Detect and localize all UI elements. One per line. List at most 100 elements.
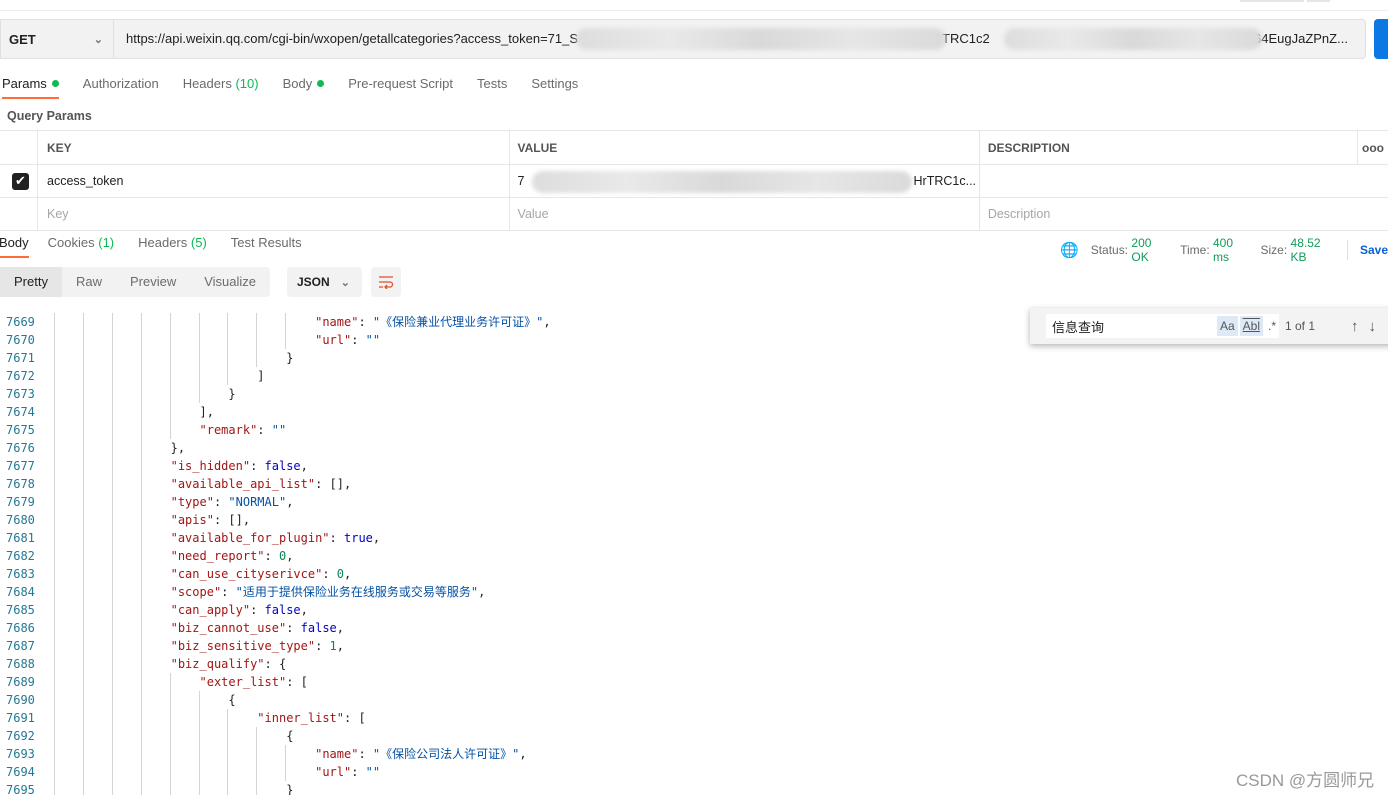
indent-guide: [54, 349, 55, 367]
indent-guide: [82, 709, 84, 727]
url-bar: GET ⌄ https://api.weixin.qq.com/cgi-bin/…: [0, 19, 1366, 59]
code-content: "is_hidden": false,: [171, 457, 308, 475]
code-line: 7680 "apis": [],: [0, 511, 1388, 529]
globe-lock-icon[interactable]: 🌐: [1060, 241, 1079, 259]
view-visualize[interactable]: Visualize: [190, 267, 270, 297]
tab-cookies[interactable]: Cookies (1): [48, 235, 114, 258]
param-value[interactable]: 7 HrTRC1c...: [508, 164, 980, 198]
top-button[interactable]: [1240, 0, 1304, 2]
indent-guide: [111, 403, 113, 421]
indent-guide: [140, 349, 142, 367]
status-label: Status:: [1090, 243, 1129, 257]
line-number: 7686: [6, 621, 35, 635]
indent-guide: [54, 727, 55, 745]
match-case-toggle[interactable]: Aa: [1216, 316, 1238, 336]
tab-count: (10): [235, 76, 259, 91]
code-line: 7682 "need_report": 0,: [0, 547, 1388, 565]
tab-test-results[interactable]: Test Results: [231, 235, 302, 258]
token: }: [286, 351, 294, 365]
arrow-up-icon[interactable]: ↑: [1351, 318, 1359, 335]
indent-guide: [227, 313, 229, 331]
tab-headers[interactable]: Headers (5): [138, 235, 207, 258]
watermark: CSDN @方圆师兄: [1236, 771, 1375, 790]
indent-guide: [54, 439, 55, 457]
code-content: "url": "": [315, 763, 380, 781]
response-body-editor[interactable]: 7669 "name": "《保险兼业代理业务许可证》", 7670 "url": "…: [0, 313, 1388, 795]
token: "inner_list": [257, 711, 344, 725]
indent-guide: [82, 781, 84, 795]
view-raw[interactable]: Raw: [62, 267, 116, 297]
code-content: {: [228, 691, 235, 709]
tab-settings[interactable]: Settings: [531, 76, 578, 99]
top-button[interactable]: [1307, 0, 1330, 2]
tab-label: Body: [0, 235, 29, 250]
tab-tests[interactable]: Tests: [477, 76, 507, 99]
more-options-button[interactable]: ooo: [1356, 130, 1388, 165]
token: ,: [300, 459, 308, 473]
token: :: [358, 315, 373, 329]
url-text: https://api.weixin.qq.com/cgi-bin/wxopen…: [126, 31, 579, 46]
code-content: "biz_qualify": {: [171, 655, 287, 673]
token: "exter_list": [199, 675, 287, 689]
indent-guide: [198, 367, 200, 385]
find-input[interactable]: 信息查询 Aa Abl .*: [1046, 314, 1279, 338]
indent-guide: [140, 439, 142, 457]
code-content: {: [286, 727, 293, 745]
indent-guide: [140, 727, 142, 745]
indent-guide: [169, 709, 171, 727]
code-content: "apis": [],: [171, 511, 250, 529]
description-input[interactable]: Description: [978, 197, 1388, 231]
arrow-down-icon[interactable]: ↓: [1369, 318, 1377, 335]
token: "can_apply": [170, 603, 251, 617]
view-mode-switch: Pretty Raw Preview Visualize: [0, 267, 271, 297]
format-select[interactable]: JSON ⌄: [287, 267, 362, 297]
indent-guide: [82, 691, 84, 709]
row-checkbox[interactable]: ✔: [0, 164, 38, 198]
token: ,: [286, 549, 294, 563]
token: "biz_sensitive_type": [170, 639, 316, 653]
token: "url": [315, 333, 352, 347]
tab-pre-request-script[interactable]: Pre-request Script: [348, 76, 453, 99]
tab-label: Body: [282, 76, 313, 91]
save-response-button[interactable]: Save: [1360, 243, 1388, 257]
wrap-lines-button[interactable]: [371, 267, 401, 297]
indent-guide: [140, 781, 142, 795]
tab-headers[interactable]: Headers (10): [183, 76, 259, 99]
indent-guide: [54, 493, 55, 511]
tab-authorization[interactable]: Authorization: [83, 76, 159, 99]
indent-guide: [82, 457, 84, 475]
find-widget: 信息查询 Aa Abl .* 1 of 1 ↑ ↓: [1030, 308, 1388, 344]
chevron-down-icon: ⌄: [93, 33, 103, 46]
code-content: "available_for_plugin": true,: [171, 529, 381, 547]
indent-guide: [198, 727, 200, 745]
value-input[interactable]: Value: [508, 197, 980, 231]
token: },: [170, 441, 186, 455]
regex-toggle[interactable]: .*: [1265, 316, 1279, 336]
send-button[interactable]: [1374, 19, 1388, 59]
indent-guide: [82, 367, 84, 385]
code-line: 7675 "remark": "": [0, 421, 1388, 439]
indent-guide: [140, 745, 142, 763]
indent-guide: [54, 331, 55, 349]
param-key[interactable]: access_token: [37, 164, 510, 198]
token: }: [228, 387, 236, 401]
indent-guide: [140, 385, 142, 403]
indent-guide: [140, 313, 142, 331]
url-input[interactable]: https://api.weixin.qq.com/cgi-bin/wxopen…: [114, 20, 1365, 58]
view-pretty[interactable]: Pretty: [0, 267, 62, 297]
param-description[interactable]: [978, 164, 1388, 198]
tab-body[interactable]: Body: [283, 76, 325, 99]
checkbox-column: [0, 130, 38, 165]
key-input[interactable]: Key: [37, 197, 510, 231]
column-key: KEY: [37, 130, 510, 165]
tab-body[interactable]: Body: [0, 235, 29, 258]
tab-params[interactable]: Params: [2, 76, 59, 99]
match-word-toggle[interactable]: Abl: [1239, 316, 1263, 336]
indent-guide: [54, 637, 55, 655]
view-preview[interactable]: Preview: [116, 267, 190, 297]
indent-guide: [82, 547, 84, 565]
tab-label: Tests: [476, 76, 508, 91]
indent-guide: [82, 313, 84, 331]
method-select[interactable]: GET ⌄: [1, 20, 114, 58]
indent-guide: [227, 709, 229, 727]
